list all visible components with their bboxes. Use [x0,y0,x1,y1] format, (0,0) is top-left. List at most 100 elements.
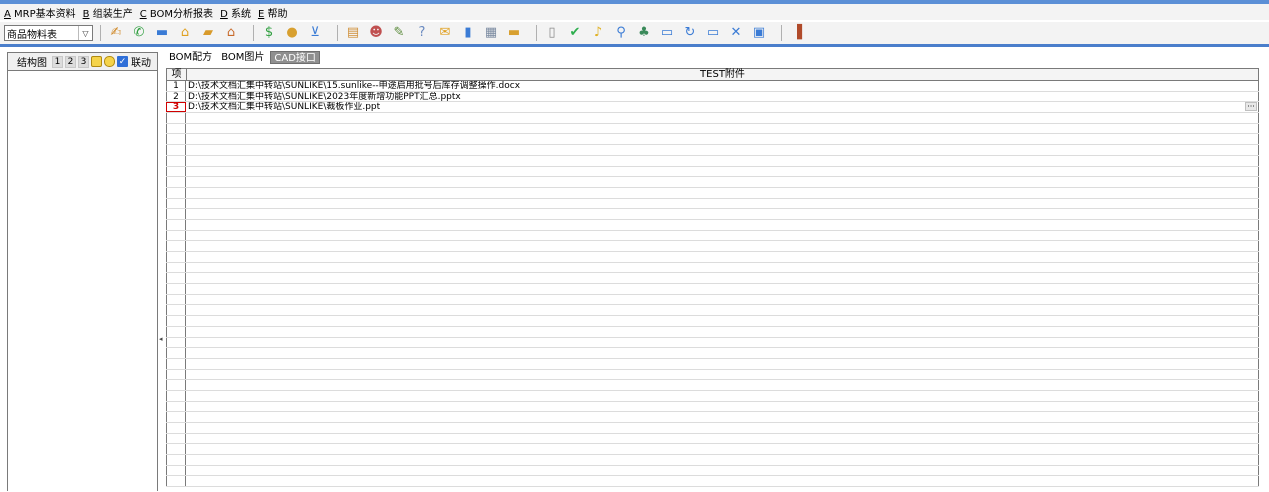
search-icon[interactable]: ⚲ [613,25,629,41]
file-path-cell[interactable] [186,145,1259,155]
structure-tree[interactable] [8,70,157,492]
file-path-cell[interactable] [186,113,1259,123]
menu-item-a[interactable]: A MRP基本资料 [4,5,76,20]
table-row[interactable] [166,433,1259,445]
table-row[interactable] [166,455,1259,466]
level-2-button[interactable]: 2 [65,55,76,68]
cart-icon[interactable]: ⊻ [307,25,323,41]
file-path-cell[interactable] [186,209,1259,219]
folder-icon[interactable]: ▬ [506,25,522,41]
bell-icon[interactable]: ♪ [590,25,606,41]
file-path-cell[interactable] [186,219,1259,230]
table-row[interactable] [166,348,1259,359]
table-row[interactable] [166,401,1259,413]
file-path-cell[interactable] [186,390,1259,401]
table-row[interactable] [166,155,1259,167]
org-chart-icon[interactable]: ♣ [636,25,652,41]
document-icon[interactable]: ▯ [544,25,560,41]
file-path-cell[interactable] [186,401,1259,412]
table-row[interactable] [166,145,1259,156]
tab-1[interactable]: BOM图片 [218,51,267,64]
tools-icon[interactable]: ✎ [391,25,407,41]
file-path-cell[interactable] [186,358,1259,369]
table-row[interactable] [166,134,1259,146]
tab-0[interactable]: BOM配方 [166,51,215,64]
file-path-cell[interactable] [186,123,1259,134]
close-box-icon[interactable]: ✕ [728,25,744,41]
table-row[interactable] [166,113,1259,124]
file-path-cell[interactable] [186,348,1259,358]
table-row[interactable] [166,305,1259,317]
column-header-file[interactable]: TEST附件 [187,69,1258,80]
file-path-cell[interactable] [186,476,1259,487]
table-row[interactable] [166,316,1259,327]
browse-file-button[interactable]: ··· [1245,102,1257,112]
table-row[interactable] [166,476,1259,488]
users-icon[interactable]: ☻ [368,25,384,41]
table-row[interactable] [166,412,1259,423]
file-path-cell[interactable] [186,273,1259,284]
file-path-cell[interactable] [186,262,1259,273]
table-row[interactable] [166,209,1259,220]
file-path-cell[interactable] [186,252,1259,262]
menu-item-c[interactable]: C BOM分析报表 [140,5,213,20]
table-row[interactable]: 1 D:\技术文档汇集中转站\SUNLIKE\15.sunlike--申途启用批号… [166,81,1259,92]
book-icon[interactable]: ▮ [460,25,476,41]
file-path-cell[interactable] [186,337,1259,348]
menu-item-b[interactable]: B 组装生产 [83,5,133,20]
level-3-button[interactable]: 3 [78,55,89,68]
collapse-all-icon[interactable] [104,56,115,67]
file-path-cell[interactable] [186,187,1259,198]
table-row[interactable] [166,273,1259,285]
column-header-no[interactable]: 项 [167,69,187,80]
file-path-cell[interactable] [186,444,1259,455]
table-row[interactable] [166,444,1259,456]
file-path-cell[interactable] [186,198,1259,209]
table-row[interactable] [166,294,1259,306]
table-row[interactable] [166,284,1259,295]
money-bag-icon[interactable]: ● [284,25,300,41]
level-1-button[interactable]: 1 [52,55,63,68]
person-tool-icon[interactable]: ✍ [108,25,124,41]
table-row[interactable] [166,337,1259,349]
file-path-cell[interactable] [186,412,1259,422]
table-row[interactable] [166,241,1259,252]
table-row[interactable]: 2 D:\技术文档汇集中转站\SUNLIKE\2023年度新增功能PPT汇总.pp… [166,91,1259,103]
file-path-cell[interactable] [186,455,1259,465]
table-row[interactable] [166,326,1259,338]
file-path-cell[interactable] [186,241,1259,251]
file-path-cell[interactable] [186,316,1259,326]
calculator-icon[interactable]: ▦ [483,25,499,41]
table-row[interactable] [166,230,1259,242]
table-row[interactable] [166,465,1259,477]
file-path-cell[interactable] [186,177,1259,187]
briefcase-icon[interactable]: ▰ [200,25,216,41]
refresh-icon[interactable]: ↻ [682,25,698,41]
file-path-cell[interactable]: D:\技术文档汇集中转站\SUNLIKE\2023年度新增功能PPT汇总.ppt… [186,91,1259,102]
mail-icon[interactable]: ✉ [437,25,453,41]
table-row[interactable] [166,390,1259,402]
panel-splitter[interactable]: ◂ [158,52,165,491]
expand-all-icon[interactable] [91,56,102,67]
table-row[interactable] [166,358,1259,370]
file-path-cell[interactable] [186,284,1259,294]
computer-icon[interactable]: ▭ [659,25,675,41]
file-path-cell[interactable] [186,326,1259,337]
help-doc-icon[interactable]: ? [414,25,430,41]
file-path-cell[interactable] [186,423,1259,433]
file-path-cell[interactable] [186,433,1259,444]
table-row[interactable] [166,187,1259,199]
file-path-cell[interactable] [186,134,1259,145]
window-icon[interactable]: ▭ [705,25,721,41]
file-path-cell[interactable] [186,380,1259,390]
exit-door-icon[interactable]: ▐ [789,25,805,41]
table-row[interactable] [166,123,1259,135]
table-row[interactable] [166,369,1259,381]
file-path-cell[interactable] [186,465,1259,476]
file-path-cell[interactable] [186,369,1259,380]
table-row[interactable] [166,262,1259,274]
table-row[interactable] [166,380,1259,391]
table-select-combo[interactable]: 商品物料表 ▽ [4,25,93,41]
file-path-cell[interactable]: D:\技术文档汇集中转站\SUNLIKE\裁板作业.ppt ··· [186,102,1259,113]
file-path-cell[interactable] [186,305,1259,316]
